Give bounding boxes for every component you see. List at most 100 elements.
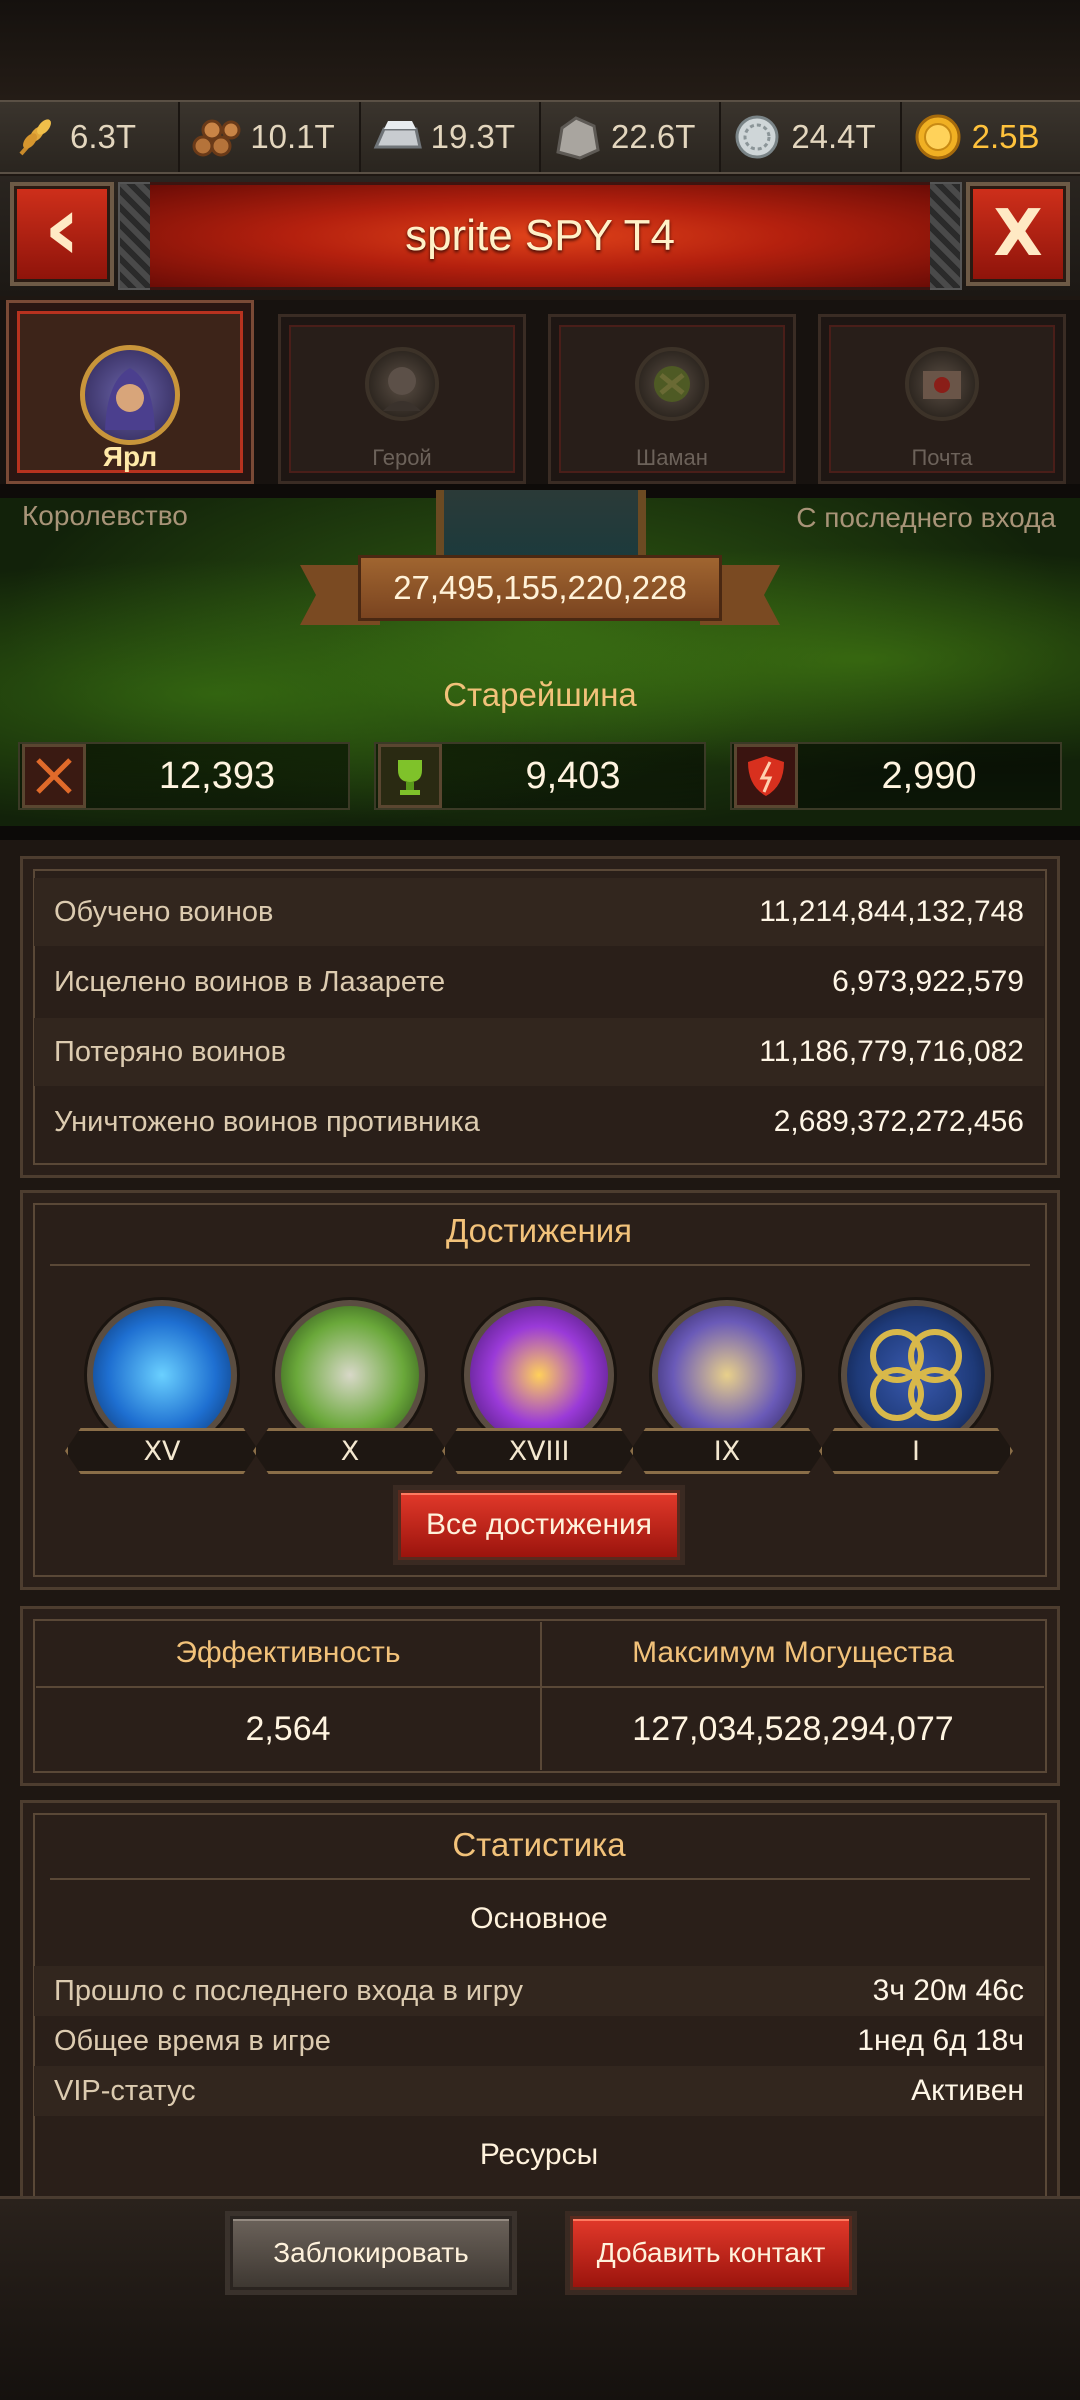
trophy-icon [378, 744, 442, 808]
list-item: Уничтожено воинов противника 2,689,372,2… [34, 1088, 1044, 1156]
close-button[interactable]: X [966, 182, 1070, 286]
resource-wheat[interactable]: 6.3T [0, 102, 181, 172]
section-title: Ресурсы [479, 2138, 599, 2171]
statistics-title: Статистика [452, 1826, 626, 1863]
treasure-chest-achievement-icon [464, 1300, 614, 1450]
stat-value: 2,990 [881, 754, 977, 797]
row-label: Исцелено воинов в Лазарете [54, 965, 446, 998]
resource-value: 6.3T [70, 118, 137, 155]
power-ribbon: 27,495,155,220,228 [300, 555, 780, 625]
divider [50, 1264, 1030, 1266]
power-value: 27,495,155,220,228 [358, 555, 722, 621]
section-title: Основное [470, 1902, 608, 1935]
row-label: Уничтожено воинов противника [54, 1105, 480, 1138]
tab-label: Ярл [102, 441, 158, 472]
achievement-badge[interactable]: I [819, 1300, 1013, 1474]
stat-value: 9,403 [525, 754, 621, 797]
resource-stone[interactable]: 22.6T [541, 102, 722, 172]
list-item: Потеряно воинов 11,186,779,716,082 [34, 1018, 1044, 1086]
last-login-label: С последнего входа [796, 502, 1056, 533]
resource-bar: 6.3T 10.1T 19.3T 22.6T 24.4T 2.5B [0, 100, 1080, 174]
list-item: Обучено воинов 11,214,844,132,748 [34, 878, 1044, 946]
stone-icon [551, 111, 603, 163]
wheat-icon [10, 111, 62, 163]
list-item: Исцелено воинов в Лазарете 6,973,922,579 [34, 948, 1044, 1016]
resource-iron[interactable]: 19.3T [361, 102, 541, 172]
statue-achievement-icon [652, 1300, 802, 1450]
achievement-level: XVIII [442, 1428, 636, 1474]
gold-coin-icon [912, 111, 964, 163]
stat-defense[interactable]: 2,990 [730, 742, 1062, 810]
shaman-portrait-icon [635, 347, 709, 421]
chevron-left-icon: ‹ [43, 176, 81, 281]
shield-icon [734, 744, 798, 808]
player-rank: Старейшина [443, 676, 637, 713]
row-label: Обучено воинов [54, 895, 274, 928]
row-value: 11,214,844,132,748 [759, 895, 1024, 928]
achievement-level: XV [65, 1428, 259, 1474]
tab-shaman[interactable]: Шаман [548, 314, 796, 484]
achievement-badge[interactable]: IX [630, 1300, 824, 1474]
silver-icon [731, 111, 783, 163]
crossed-swords-icon [22, 744, 86, 808]
globe-achievement-icon [87, 1300, 237, 1450]
block-button[interactable]: Заблокировать [230, 2216, 512, 2290]
row-label: VIP-статус [54, 2074, 196, 2107]
resource-wood[interactable]: 10.1T [180, 102, 361, 172]
row-label: Потеряно воинов [54, 1035, 287, 1068]
wood-logs-icon [190, 111, 242, 163]
achievement-badge[interactable]: X [253, 1300, 447, 1474]
achievement-badge[interactable]: XVIII [442, 1300, 636, 1474]
row-value: 11,186,779,716,082 [759, 1035, 1024, 1068]
top-band [0, 0, 1080, 100]
max-power-value: 127,034,528,294,077 [632, 1710, 954, 1748]
resource-value: 2.5B [971, 118, 1040, 155]
resource-gold[interactable]: 2.5B [902, 102, 1080, 172]
tab-label: Шаман [636, 445, 708, 470]
tab-jarl[interactable]: Ярл [6, 300, 254, 484]
row-value: 1нед 6д 18ч [857, 2024, 1024, 2057]
tab-label: Герой [372, 445, 432, 470]
efficiency-value: 2,564 [245, 1710, 331, 1748]
row-value: Активен [911, 2074, 1024, 2107]
achievement-level: X [253, 1428, 447, 1474]
all-achievements-button[interactable]: Все достижения [398, 1490, 680, 1560]
row-value: 3ч 20м 46с [872, 1974, 1024, 2007]
achievement-level: IX [630, 1428, 824, 1474]
efficiency-label: Эффективность [175, 1636, 401, 1669]
row-label: Общее время в игре [54, 2024, 331, 2057]
tab-mail[interactable]: Почта [818, 314, 1066, 484]
stat-value: 12,393 [158, 754, 276, 797]
title-banner: sprite SPY T4 [150, 182, 930, 290]
back-button[interactable]: ‹ [10, 182, 114, 286]
achievement-badge[interactable]: XV [65, 1300, 259, 1474]
add-contact-button[interactable]: Добавить контакт [570, 2216, 852, 2290]
jarl-portrait-icon [80, 345, 180, 445]
stat-trophy[interactable]: 9,403 [374, 742, 706, 810]
combat-stats: 12,393 9,403 2,990 [0, 742, 1080, 818]
row-label: Прошло с последнего входа в игру [54, 1974, 524, 2007]
bottom-action-bar [0, 2196, 1080, 2400]
row-value: 2,689,372,272,456 [773, 1105, 1024, 1138]
divider [0, 826, 1080, 840]
list-item: VIP-статус Активен [34, 2066, 1044, 2116]
list-item: Прошло с последнего входа в игру 3ч 20м … [34, 1966, 1044, 2016]
hero-portrait-icon [365, 347, 439, 421]
achievements-title: Достижения [445, 1212, 633, 1249]
stat-attack[interactable]: 12,393 [18, 742, 350, 810]
mask-achievement-icon [275, 1300, 425, 1450]
resource-value: 19.3T [430, 118, 516, 155]
rings-achievement-icon [841, 1300, 991, 1450]
close-icon: X [993, 197, 1043, 271]
achievement-level: I [819, 1428, 1013, 1474]
divider [36, 1686, 1044, 1688]
iron-ingot-icon [371, 111, 423, 163]
list-item: Общее время в игре 1нед 6д 18ч [34, 2016, 1044, 2066]
row-value: 6,973,922,579 [832, 965, 1024, 998]
resource-value: 10.1T [250, 118, 335, 155]
tab-label: Почта [911, 445, 973, 470]
resource-silver[interactable]: 24.4T [721, 102, 902, 172]
divider [50, 1878, 1030, 1880]
resource-value: 24.4T [791, 118, 876, 155]
tab-hero[interactable]: Герой [278, 314, 526, 484]
